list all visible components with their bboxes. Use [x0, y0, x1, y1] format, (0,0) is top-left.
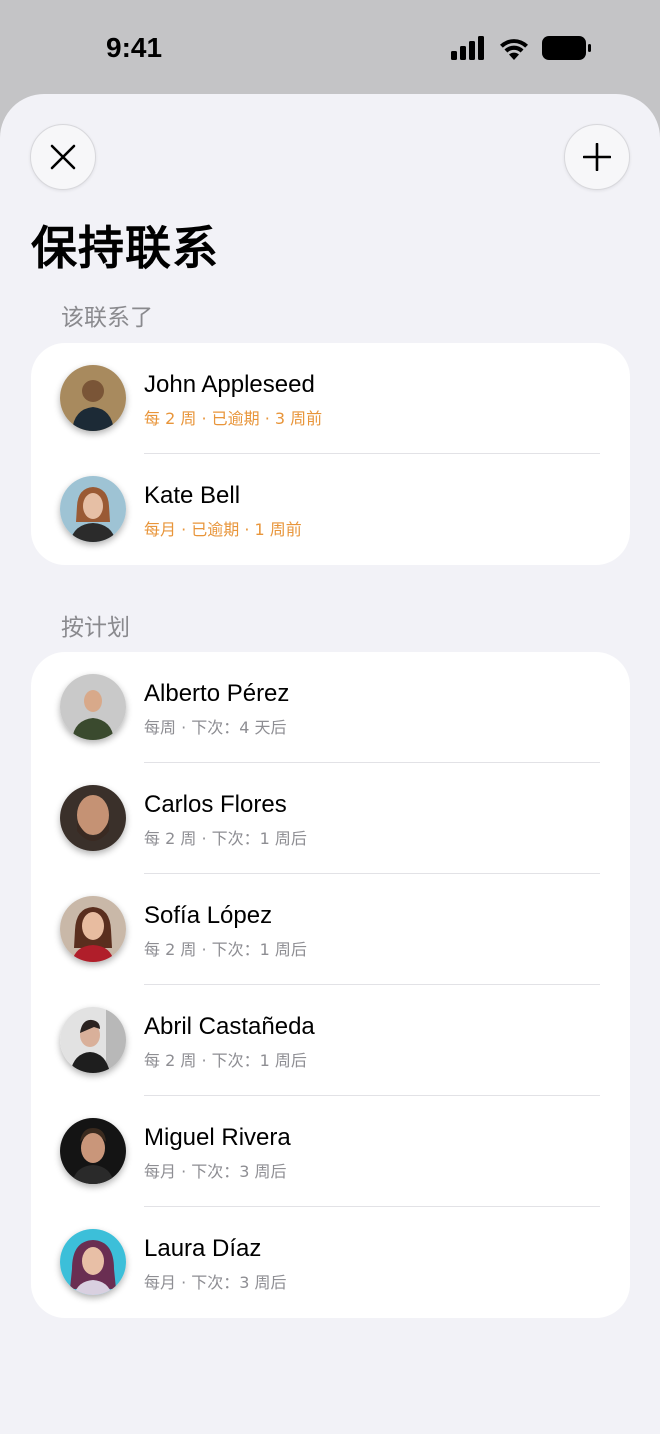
contact-name: Laura Díaz — [144, 1235, 262, 1262]
avatar — [60, 1118, 126, 1184]
contact-row[interactable]: Carlos Flores 每 2 周 · 下次：1 周后 — [31, 763, 630, 874]
close-icon — [50, 144, 76, 170]
section-header-due: 该联系了 — [61, 305, 153, 331]
sheet: 保持联系 该联系了 John Appleseed 每 2 周 · 已逾期 · 3… — [0, 94, 660, 1434]
contact-name: Abril Castañeda — [144, 1013, 315, 1040]
avatar — [60, 1229, 126, 1295]
contact-name: Sofía López — [144, 902, 273, 929]
contact-detail: 每月 · 下次：3 周后 — [144, 1162, 287, 1181]
contact-row[interactable]: Abril Castañeda 每 2 周 · 下次：1 周后 — [31, 985, 630, 1096]
contact-name: John Appleseed — [144, 371, 315, 398]
avatar — [60, 785, 126, 851]
status-bar: 9:41 — [0, 0, 660, 94]
close-button[interactable] — [30, 124, 96, 190]
avatar — [60, 476, 126, 542]
contact-row[interactable]: Laura Díaz 每月 · 下次：3 周后 — [31, 1207, 630, 1318]
battery-icon — [542, 36, 591, 60]
avatar — [60, 1007, 126, 1073]
contact-row[interactable]: Alberto Pérez 每周 · 下次：4 天后 — [31, 652, 630, 763]
status-icons — [450, 36, 592, 60]
plus-icon — [583, 143, 611, 171]
page-title: 保持联系 — [31, 221, 219, 275]
section-header-scheduled: 按计划 — [61, 615, 130, 641]
contact-detail: 每 2 周 · 下次：1 周后 — [144, 1051, 307, 1070]
status-time: 9:41 — [106, 32, 163, 63]
add-button[interactable] — [564, 124, 630, 190]
card-scheduled: Alberto Pérez 每周 · 下次：4 天后 Carlos Flores… — [31, 652, 630, 1318]
contact-name: Kate Bell — [144, 482, 241, 509]
contact-detail: 每月 · 已逾期 · 1 周前 — [144, 520, 302, 539]
contact-name: Alberto Pérez — [144, 680, 290, 707]
contact-row[interactable]: Sofía López 每 2 周 · 下次：1 周后 — [31, 874, 630, 985]
wifi-icon — [500, 39, 528, 60]
contact-name: Carlos Flores — [144, 791, 287, 818]
contact-detail: 每 2 周 · 下次：1 周后 — [144, 829, 307, 848]
avatar — [60, 896, 126, 962]
contact-detail: 每 2 周 · 已逾期 · 3 周前 — [144, 409, 323, 428]
contact-row[interactable]: John Appleseed 每 2 周 · 已逾期 · 3 周前 — [31, 343, 630, 454]
avatar — [60, 365, 126, 431]
contact-row[interactable]: Kate Bell 每月 · 已逾期 · 1 周前 — [31, 454, 630, 565]
contact-row[interactable]: Miguel Rivera 每月 · 下次：3 周后 — [31, 1096, 630, 1207]
card-due: John Appleseed 每 2 周 · 已逾期 · 3 周前 Kate B… — [31, 343, 630, 565]
avatar — [60, 674, 126, 740]
contact-detail: 每 2 周 · 下次：1 周后 — [144, 940, 307, 959]
contact-detail: 每月 · 下次：3 周后 — [144, 1273, 287, 1292]
contact-detail: 每周 · 下次：4 天后 — [144, 718, 287, 737]
contact-name: Miguel Rivera — [144, 1124, 291, 1151]
signal-icon — [451, 36, 484, 60]
